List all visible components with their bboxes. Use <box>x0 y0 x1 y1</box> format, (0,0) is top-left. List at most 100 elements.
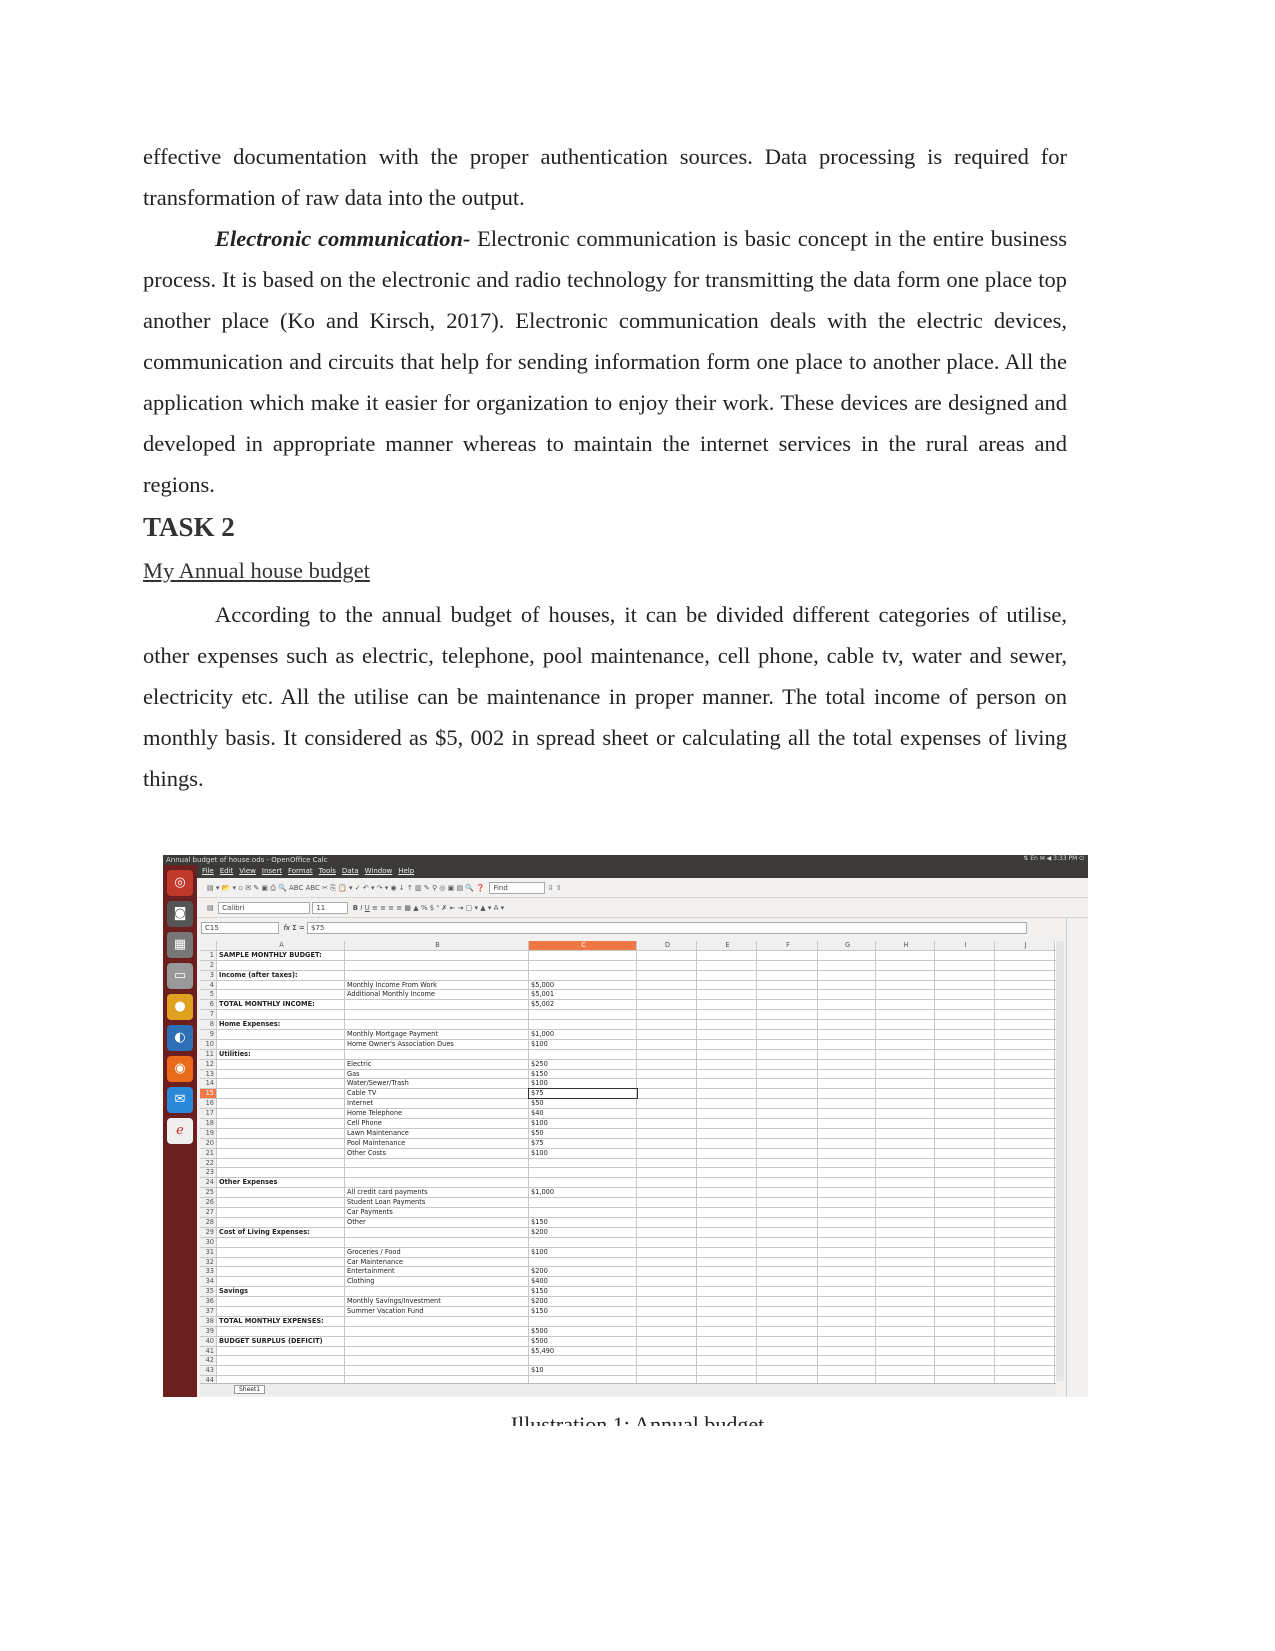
cell <box>995 1316 1055 1326</box>
column-header[interactable]: A <box>217 941 345 950</box>
row-header[interactable]: 43 <box>200 1366 217 1376</box>
row-header[interactable]: 21 <box>200 1148 217 1158</box>
table-row: 12 Electric $250 <box>200 1059 1056 1070</box>
column-header[interactable]: J <box>995 941 1055 950</box>
row-header[interactable]: 19 <box>200 1128 217 1138</box>
column-header[interactable]: D <box>637 941 697 950</box>
cell: Car Payments <box>345 1208 529 1217</box>
row-header[interactable]: 6 <box>200 1000 217 1010</box>
vertical-scrollbar[interactable] <box>1056 941 1064 1381</box>
table-row: 27 Car Payments <box>200 1208 1056 1218</box>
cell <box>995 1356 1055 1366</box>
row-header[interactable]: 9 <box>200 1030 217 1039</box>
cell <box>637 1336 697 1346</box>
menu-item[interactable]: Format <box>288 867 313 875</box>
cell <box>529 1257 637 1267</box>
menu-item[interactable]: Data <box>342 867 359 875</box>
font-size-select[interactable]: 11 <box>312 902 349 914</box>
name-box[interactable]: C15 <box>201 922 279 934</box>
column-header[interactable]: I <box>935 941 995 950</box>
cell: $5,490 <box>529 1346 637 1356</box>
row-header[interactable]: 7 <box>200 1010 217 1020</box>
row-header[interactable]: 20 <box>200 1138 217 1148</box>
cell <box>818 1178 876 1188</box>
column-header[interactable]: E <box>697 941 757 950</box>
cell <box>529 1198 637 1208</box>
row-header[interactable]: 32 <box>200 1257 217 1267</box>
row-header[interactable]: 30 <box>200 1237 217 1247</box>
cell <box>529 1178 637 1188</box>
formatting-toolbar: ▤ Calibri 11 B I U ≡ ≡ ≡ ≡ ▦ ▲ % $ ⁰ ✗ ⇤… <box>197 898 1088 918</box>
row-header[interactable]: 29 <box>200 1227 217 1237</box>
row-header[interactable]: 28 <box>200 1217 217 1227</box>
row-header[interactable]: 8 <box>200 1020 217 1030</box>
row-header[interactable]: 11 <box>200 1049 217 1059</box>
chat-icon: ◐ <box>167 1025 193 1051</box>
menu-item[interactable]: Help <box>398 867 414 875</box>
row-header[interactable]: 42 <box>200 1356 217 1366</box>
cell: Home Owner's Association Dues <box>345 1039 529 1049</box>
row-header[interactable]: 18 <box>200 1119 217 1128</box>
row-header[interactable]: 35 <box>200 1287 217 1297</box>
cell <box>757 1287 818 1297</box>
menu-item[interactable]: View <box>239 867 256 875</box>
menu-item[interactable]: Edit <box>220 867 234 875</box>
row-header[interactable]: 25 <box>200 1188 217 1198</box>
row-header[interactable]: 10 <box>200 1039 217 1049</box>
column-header[interactable]: G <box>818 941 876 950</box>
row-header[interactable]: 23 <box>200 1168 217 1178</box>
row-header[interactable]: 16 <box>200 1099 217 1109</box>
row-header[interactable]: 14 <box>200 1079 217 1089</box>
cell <box>876 1316 935 1326</box>
cell <box>935 1020 995 1030</box>
cell: $1,000 <box>529 1188 637 1198</box>
menu-item[interactable]: Window <box>365 867 393 875</box>
sheet-grid[interactable]: A B C D E F G H I J 1 SAMPLE MONTHLY BUDGET: 2 3 Incom… <box>200 941 1056 1387</box>
row-header[interactable]: 36 <box>200 1297 217 1306</box>
row-header[interactable]: 26 <box>200 1198 217 1208</box>
menu-item[interactable]: Tools <box>319 867 336 875</box>
row-header[interactable]: 37 <box>200 1306 217 1316</box>
table-row: 40 BUDGET SURPLUS (DEFICIT) $500 <box>200 1336 1056 1347</box>
row-header[interactable]: 4 <box>200 980 217 990</box>
column-header[interactable]: B <box>345 941 529 950</box>
column-header[interactable]: C <box>529 941 637 950</box>
cell <box>529 1049 637 1059</box>
cell <box>876 1128 935 1138</box>
font-name-select[interactable]: Calibri <box>218 902 311 914</box>
row-header[interactable]: 3 <box>200 970 217 980</box>
row-header[interactable]: 13 <box>200 1069 217 1079</box>
row-header[interactable]: 38 <box>200 1316 217 1326</box>
table-row: 39 $500 <box>200 1326 1056 1337</box>
column-header[interactable]: H <box>876 941 935 950</box>
row-header[interactable]: 31 <box>200 1247 217 1257</box>
row-header[interactable]: 12 <box>200 1059 217 1069</box>
row-header[interactable]: 24 <box>200 1178 217 1188</box>
row-header[interactable]: 33 <box>200 1267 217 1277</box>
table-row: 33 Entertainment $200 <box>200 1267 1056 1278</box>
row-header[interactable]: 27 <box>200 1208 217 1217</box>
cell <box>818 1010 876 1020</box>
formula-input[interactable]: $75 <box>307 922 1028 934</box>
row-header[interactable]: 34 <box>200 1277 217 1287</box>
find-input[interactable]: Find <box>489 882 546 894</box>
cell <box>995 1030 1055 1039</box>
row-header[interactable]: 40 <box>200 1336 217 1346</box>
row-header[interactable]: 17 <box>200 1109 217 1119</box>
cell <box>935 1030 995 1039</box>
cell <box>637 1059 697 1069</box>
cell <box>529 970 637 980</box>
menu-item[interactable]: Insert <box>262 867 282 875</box>
sheet-tab[interactable]: Sheet1 <box>234 1385 266 1394</box>
row-header[interactable]: 5 <box>200 990 217 1000</box>
row-header[interactable]: 2 <box>200 960 217 970</box>
menu-item[interactable]: File <box>202 867 214 875</box>
row-header[interactable]: 41 <box>200 1346 217 1356</box>
column-header[interactable]: F <box>757 941 818 950</box>
cell <box>345 1356 529 1366</box>
row-header[interactable]: 15 <box>200 1089 217 1099</box>
row-header[interactable]: 22 <box>200 1158 217 1168</box>
row-header[interactable]: 1 <box>200 950 217 960</box>
cell <box>935 1000 995 1010</box>
row-header[interactable]: 39 <box>200 1326 217 1336</box>
